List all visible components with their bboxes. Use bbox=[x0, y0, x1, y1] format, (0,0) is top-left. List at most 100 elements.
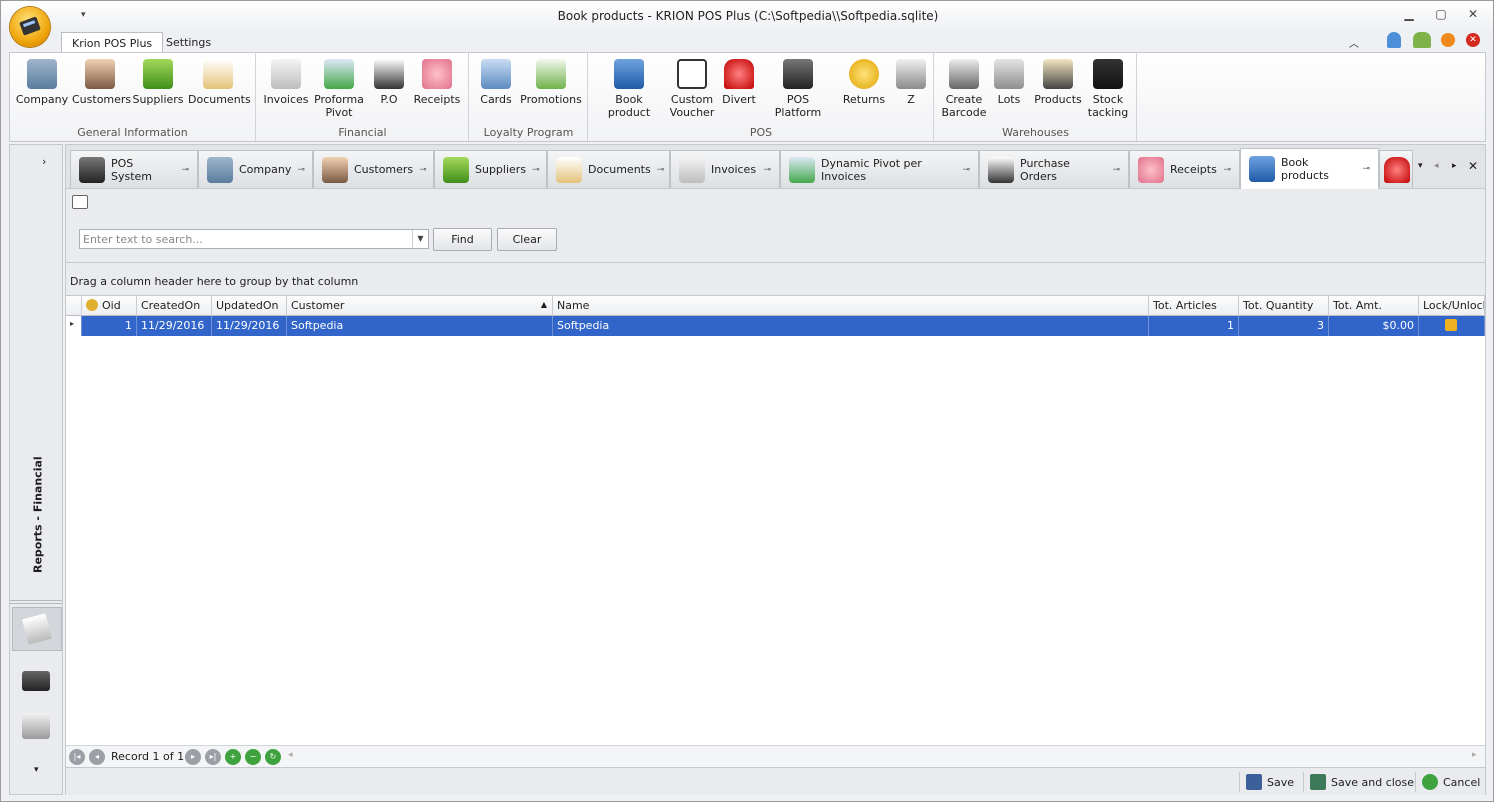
cell-createdon[interactable]: 11/29/2016 bbox=[137, 316, 212, 336]
cancel-button[interactable]: Cancel bbox=[1415, 772, 1486, 792]
scroll-right-icon[interactable]: ▸ bbox=[1452, 161, 1457, 171]
save-and-close-button[interactable]: Save and close bbox=[1303, 772, 1420, 792]
invoices-button[interactable]: Invoices bbox=[263, 57, 309, 106]
hscroll-right-icon[interactable]: ▸ bbox=[1472, 750, 1477, 760]
promotions-button[interactable]: Promotions bbox=[520, 57, 582, 106]
cell-tot-quantity[interactable]: 3 bbox=[1239, 316, 1329, 336]
minimize-icon[interactable]: ▁ bbox=[1399, 7, 1419, 25]
tab-dynamic-pivot[interactable]: Dynamic Pivot per Invoices ⊸ bbox=[780, 150, 979, 188]
tab-purchase-orders[interactable]: Purchase Orders ⊸ bbox=[979, 150, 1129, 188]
cards-button[interactable]: Cards bbox=[476, 57, 516, 106]
expand-arrow-icon[interactable]: › bbox=[42, 155, 46, 168]
tab-company[interactable]: Company ⊸ bbox=[198, 150, 313, 188]
tab-customers[interactable]: Customers ⊸ bbox=[313, 150, 434, 188]
save-button[interactable]: Save bbox=[1239, 772, 1300, 792]
po-button[interactable]: P.O bbox=[371, 57, 407, 106]
exit-icon[interactable]: ✕ bbox=[1466, 33, 1480, 47]
cell-tot-articles[interactable]: 1 bbox=[1149, 316, 1239, 336]
pin-icon[interactable]: ⊸ bbox=[181, 165, 189, 175]
close-icon[interactable]: ✕ bbox=[1463, 7, 1483, 25]
group-by-panel[interactable]: Drag a column header here to group by th… bbox=[66, 263, 1485, 296]
last-record-icon[interactable]: ▸| bbox=[205, 749, 221, 765]
stock-tacking-button[interactable]: Stock tacking bbox=[1085, 57, 1131, 119]
pos-platform-button[interactable]: POS Platform bbox=[763, 57, 833, 119]
pin-icon[interactable]: ⊸ bbox=[1223, 165, 1231, 175]
cell-name[interactable]: Softpedia bbox=[553, 316, 1149, 336]
collapse-ribbon-icon[interactable]: ︿ bbox=[1349, 35, 1359, 50]
clear-button[interactable]: Clear bbox=[497, 228, 557, 251]
divert-button[interactable]: Divert bbox=[719, 57, 759, 106]
column-header-lock-unlock[interactable]: Lock/Unlock bbox=[1419, 296, 1485, 316]
returns-button[interactable]: Returns bbox=[837, 57, 891, 106]
column-header-createdon[interactable]: CreatedOn bbox=[137, 296, 212, 316]
pin-icon[interactable]: ⊸ bbox=[419, 165, 427, 175]
first-record-icon[interactable]: |◂ bbox=[69, 749, 85, 765]
tab-book-products[interactable]: Book products ⊸ bbox=[1240, 148, 1379, 189]
products-button[interactable]: Products bbox=[1031, 57, 1085, 106]
hscroll-left-icon[interactable]: ◂ bbox=[288, 750, 293, 760]
tab-receipts[interactable]: Receipts ⊸ bbox=[1129, 150, 1240, 188]
column-header-tot-articles[interactable]: Tot. Articles bbox=[1149, 296, 1239, 316]
tab-pos-system[interactable]: POS System ⊸ bbox=[70, 150, 198, 188]
ribbon-tab-home[interactable]: Krion POS Plus bbox=[61, 32, 164, 54]
search-dropdown-icon[interactable]: ▼ bbox=[412, 230, 428, 248]
pin-icon[interactable]: ⊸ bbox=[1112, 165, 1120, 175]
delete-record-icon[interactable]: − bbox=[245, 749, 261, 765]
column-header-updatedon[interactable]: UpdatedOn bbox=[212, 296, 287, 316]
receipts-button[interactable]: Receipts bbox=[411, 57, 463, 106]
ribbon-tab-settings[interactable]: Settings bbox=[156, 32, 221, 54]
pin-icon[interactable]: ⊸ bbox=[657, 165, 665, 175]
power-icon[interactable] bbox=[1441, 33, 1455, 47]
close-tab-icon[interactable]: ✕ bbox=[1468, 159, 1478, 173]
pin-icon[interactable]: ⊸ bbox=[962, 165, 970, 175]
tab-suppliers[interactable]: Suppliers ⊸ bbox=[434, 150, 547, 188]
tab-documents[interactable]: Documents ⊸ bbox=[547, 150, 670, 188]
company-button[interactable]: Company bbox=[14, 57, 70, 106]
tab-list-dropdown-icon[interactable]: ▾ bbox=[1418, 161, 1423, 171]
documents-button[interactable]: Documents bbox=[188, 57, 251, 106]
cell-oid[interactable]: 1 bbox=[82, 316, 137, 336]
maximize-icon[interactable]: ▢ bbox=[1431, 7, 1451, 25]
custom-voucher-button[interactable]: Custom Voucher bbox=[667, 57, 717, 119]
splitter[interactable] bbox=[10, 600, 62, 604]
suppliers-button[interactable]: Suppliers bbox=[132, 57, 184, 106]
next-record-icon[interactable]: ▸ bbox=[185, 749, 201, 765]
prev-record-icon[interactable]: ◂ bbox=[89, 749, 105, 765]
store-icon[interactable] bbox=[22, 713, 50, 739]
find-button[interactable]: Find bbox=[433, 228, 492, 251]
proforma-pivot-button[interactable]: Proforma Pivot bbox=[313, 57, 365, 119]
user-icon[interactable] bbox=[1387, 32, 1401, 48]
z-button[interactable]: Z bbox=[893, 57, 929, 106]
chevron-down-icon[interactable]: ▾ bbox=[34, 765, 39, 775]
column-header-oid[interactable]: Oid bbox=[82, 296, 137, 316]
cell-lock-unlock[interactable] bbox=[1419, 316, 1485, 336]
table-row[interactable]: ▸ 1 11/29/2016 11/29/2016 Softpedia Soft… bbox=[66, 316, 1485, 336]
scroll-left-icon[interactable]: ◂ bbox=[1434, 161, 1439, 171]
pin-icon[interactable]: ⊸ bbox=[297, 165, 305, 175]
cell-customer[interactable]: Softpedia bbox=[287, 316, 553, 336]
column-header-tot-quantity[interactable]: Tot. Quantity bbox=[1239, 296, 1329, 316]
pin-icon[interactable]: ⊸ bbox=[532, 165, 540, 175]
refresh-icon[interactable]: ↻ bbox=[265, 749, 281, 765]
tab-invoices[interactable]: Invoices ⊸ bbox=[670, 150, 780, 188]
customers-button[interactable]: Customers bbox=[72, 57, 131, 106]
lots-button[interactable]: Lots bbox=[991, 57, 1027, 106]
print-icon[interactable] bbox=[72, 195, 88, 209]
add-record-icon[interactable]: + bbox=[225, 749, 241, 765]
tab-divert-partial[interactable] bbox=[1379, 150, 1413, 188]
quick-access-dropdown[interactable]: ▾ bbox=[81, 10, 86, 20]
cell-tot-amt[interactable]: $0.00 bbox=[1329, 316, 1419, 336]
create-barcode-button[interactable]: Create Barcode bbox=[939, 57, 989, 119]
pin-icon[interactable]: ⊸ bbox=[1362, 164, 1370, 174]
column-header-customer[interactable]: Customer ▲ bbox=[287, 296, 553, 316]
column-header-name[interactable]: Name bbox=[553, 296, 1149, 316]
reports-nav-button[interactable] bbox=[12, 607, 62, 651]
pin-icon[interactable]: ⊸ bbox=[763, 165, 771, 175]
column-header-tot-amt[interactable]: Tot. Amt. bbox=[1329, 296, 1419, 316]
unlock-icon[interactable] bbox=[1445, 319, 1457, 331]
users-icon[interactable] bbox=[1413, 32, 1431, 48]
cell-updatedon[interactable]: 11/29/2016 bbox=[212, 316, 287, 336]
pos-terminal-icon[interactable] bbox=[22, 671, 50, 691]
search-input[interactable]: Enter text to search... bbox=[79, 229, 429, 249]
book-product-button[interactable]: Book product bbox=[595, 57, 663, 119]
